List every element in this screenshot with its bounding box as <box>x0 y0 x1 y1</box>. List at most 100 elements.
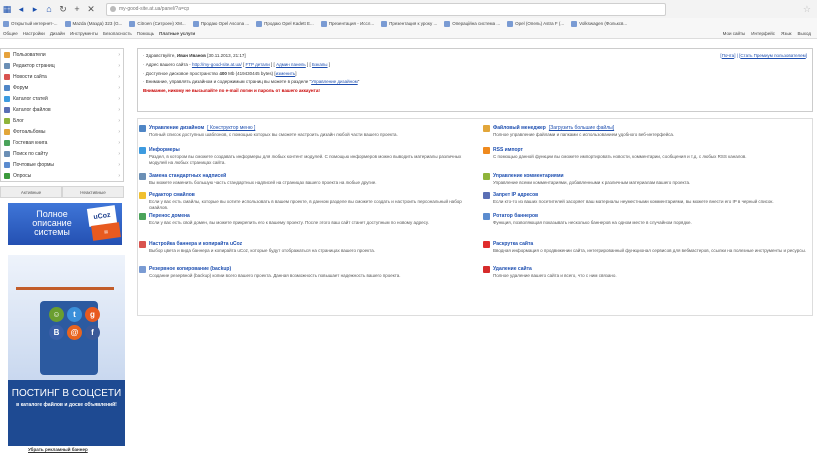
menu-tools[interactable]: Инструменты <box>70 31 98 36</box>
menu-logout[interactable]: Выход <box>798 31 811 36</box>
new-tab-icon[interactable]: + <box>70 2 84 16</box>
back-icon[interactable]: ◂ <box>14 2 28 16</box>
articles-icon <box>4 95 10 102</box>
module-header[interactable]: Запрет IP адресов <box>483 191 817 199</box>
sidebar-item[interactable]: Гостевая книга › <box>1 137 123 148</box>
menu-general[interactable]: Общее <box>3 31 18 36</box>
bookmark-item[interactable]: Открытый интернет-... <box>3 20 58 27</box>
bookmark-item[interactable]: Mazda (Мазда) 323 (G... <box>64 20 122 27</box>
sidebar-item[interactable]: Пользователи › <box>1 49 123 60</box>
bookmark-item[interactable]: Volkswagen (Фольксв... <box>571 20 627 27</box>
module-title[interactable]: Управление комментариями <box>493 173 564 179</box>
module-header[interactable]: RSS импорт <box>483 146 817 154</box>
ban-ip-icon <box>483 191 490 199</box>
remove-banner-link[interactable]: Убрать рекламный баннер <box>28 447 88 452</box>
design-icon <box>139 124 146 132</box>
menu-interface[interactable]: Интерфейс <box>751 31 775 36</box>
reload-icon[interactable]: ↻ <box>56 2 70 16</box>
sidebar-item[interactable]: Блог › <box>1 115 123 126</box>
menu-design[interactable]: Дизайн <box>50 31 65 36</box>
module-header[interactable]: Управление комментариями <box>483 172 817 180</box>
poll-icon <box>4 172 10 179</box>
design-management-link[interactable]: Управление дизайном <box>311 79 358 84</box>
menu-settings[interactable]: Настройки <box>23 31 45 36</box>
chevron-right-icon: › <box>118 139 120 146</box>
module-title[interactable]: Запрет IP адресов <box>493 192 538 198</box>
tab-active[interactable]: Активные <box>0 186 62 198</box>
bookmark-item[interactable]: Презентация - Иссл... <box>320 20 374 27</box>
browser-toolbar: ▦ ◂ ▸ ⌂ ↻ + ✕ my-good-site.at.ua/panel/?… <box>0 0 817 18</box>
menu-my-sites[interactable]: Мои сайты <box>723 31 746 36</box>
bookmark-item[interactable]: Продаю Opel Ascona ... <box>192 20 249 27</box>
module-header[interactable]: Файловый менеджер [Загрузить большие файл… <box>483 124 817 132</box>
module-description: Выбор цвета и вида баннера и копирайта u… <box>149 248 375 253</box>
stop-icon[interactable]: ✕ <box>84 2 98 16</box>
menu-paid-services[interactable]: Платные услуги <box>159 31 195 36</box>
module-title[interactable]: Файловый менеджер <box>493 125 546 131</box>
module-header[interactable]: Настройка баннера и копирайта uCoz <box>139 240 479 248</box>
bookmark-favicon-icon <box>256 20 263 27</box>
home-icon[interactable]: ⌂ <box>42 2 56 16</box>
sidebar-item[interactable]: Фотоальбомы › <box>1 126 123 137</box>
module-title[interactable]: Информеры <box>149 147 180 153</box>
bookmark-item[interactable]: Opel (Опель) Astra F (... <box>507 20 564 27</box>
module-header[interactable]: Информеры <box>139 146 479 154</box>
bookmark-item[interactable]: Citroen (Ситроен) XM... <box>129 20 186 27</box>
module-header[interactable]: Раскрутка сайта <box>483 240 817 248</box>
disk-space-row: · Доступное дисковое пространство 400 Mb… <box>143 70 297 76</box>
menu-language[interactable]: Язык <box>781 31 792 36</box>
module-card: Управление комментариями Управление всеми… <box>483 172 817 186</box>
bookmark-label: Открытый интернет-... <box>11 21 58 26</box>
sidebar-item[interactable]: Опросы › <box>1 170 123 181</box>
backups-link[interactable]: Бэкапы <box>312 62 328 67</box>
posting-ad-banner[interactable]: ☺ t g B @ f ПОСТИНГ В СОЦСЕТИ в каталоге… <box>8 255 125 446</box>
module-header[interactable]: Перенос домена <box>139 212 479 220</box>
bookmark-item[interactable]: Продаю Opel Kadett E... <box>256 20 314 27</box>
mail-link[interactable]: Почта <box>722 53 735 58</box>
module-title[interactable]: Ротатор баннеров <box>493 213 538 219</box>
bookmark-label: Презентация к уроку ... <box>389 21 438 26</box>
tab-inactive[interactable]: Неактивные <box>62 186 124 198</box>
apps-icon[interactable]: ▦ <box>0 2 14 16</box>
sidebar-item[interactable]: Поиск по сайту › <box>1 148 123 159</box>
module-title[interactable]: Раскрутка сайта <box>493 241 533 247</box>
ucoz-promo-banner[interactable]: Полное описание системы uCoz ▤ <box>8 203 122 245</box>
change-space-link[interactable]: изменить <box>276 71 296 76</box>
module-title[interactable]: Перенос домена <box>149 213 190 219</box>
site-info-icon[interactable] <box>110 6 116 12</box>
address-bar[interactable]: my-good-site.at.ua/panel/?a=cp <box>106 2 666 16</box>
module-header[interactable]: Редактор смайлов <box>139 191 479 199</box>
admin-panel-link[interactable]: Админ панель <box>276 62 306 67</box>
module-extra-link[interactable]: [ Конструктор меню ] <box>207 125 255 131</box>
menu-help[interactable]: Помощь <box>137 31 154 36</box>
module-title[interactable]: Редактор смайлов <box>149 192 195 198</box>
modules-menu: Пользователи › Редактор страниц › Новости са… <box>0 48 124 182</box>
module-header[interactable]: Управление дизайном[ Конструктор меню ] <box>139 124 479 132</box>
sidebar-item[interactable]: Форум › <box>1 82 123 93</box>
module-title[interactable]: Настройка баннера и копирайта uCoz <box>149 241 242 247</box>
module-header[interactable]: Замена стандартных надписей <box>139 172 479 180</box>
bookmark-star-icon[interactable]: ☆ <box>803 4 811 15</box>
ftp-details-link[interactable]: FTP детали <box>245 62 269 67</box>
sidebar-item[interactable]: Каталог файлов › <box>1 104 123 115</box>
module-header[interactable]: Ротатор баннеров <box>483 212 817 220</box>
module-title[interactable]: Удаление сайта <box>493 266 532 272</box>
module-title[interactable]: Управление дизайном <box>149 125 204 131</box>
bookmark-favicon-icon <box>444 20 451 27</box>
sidebar-item[interactable]: Каталог статей › <box>1 93 123 104</box>
bookmark-item[interactable]: Презентация к уроку ... <box>381 20 438 27</box>
bookmark-item[interactable]: Операційна система ... <box>444 20 500 27</box>
premium-link[interactable]: Стать Премиум пользователем <box>740 53 805 58</box>
sidebar-item[interactable]: Редактор страниц › <box>1 60 123 71</box>
module-extra-link[interactable]: [Загрузить большие файлы] <box>549 125 614 131</box>
module-title[interactable]: Резервное копирование (backup) <box>149 266 231 272</box>
forward-icon[interactable]: ▸ <box>28 2 42 16</box>
module-title[interactable]: RSS импорт <box>493 147 523 153</box>
module-header[interactable]: Удаление сайта <box>483 265 817 273</box>
site-address-link[interactable]: http://my-good-site.at.ua/ <box>192 62 242 67</box>
module-header[interactable]: Резервное копирование (backup) <box>139 265 479 273</box>
sidebar-item[interactable]: Новости сайта › <box>1 71 123 82</box>
sidebar-item[interactable]: Почтовые формы › <box>1 159 123 170</box>
module-title[interactable]: Замена стандартных надписей <box>149 173 226 179</box>
menu-security[interactable]: Безопасность <box>103 31 132 36</box>
